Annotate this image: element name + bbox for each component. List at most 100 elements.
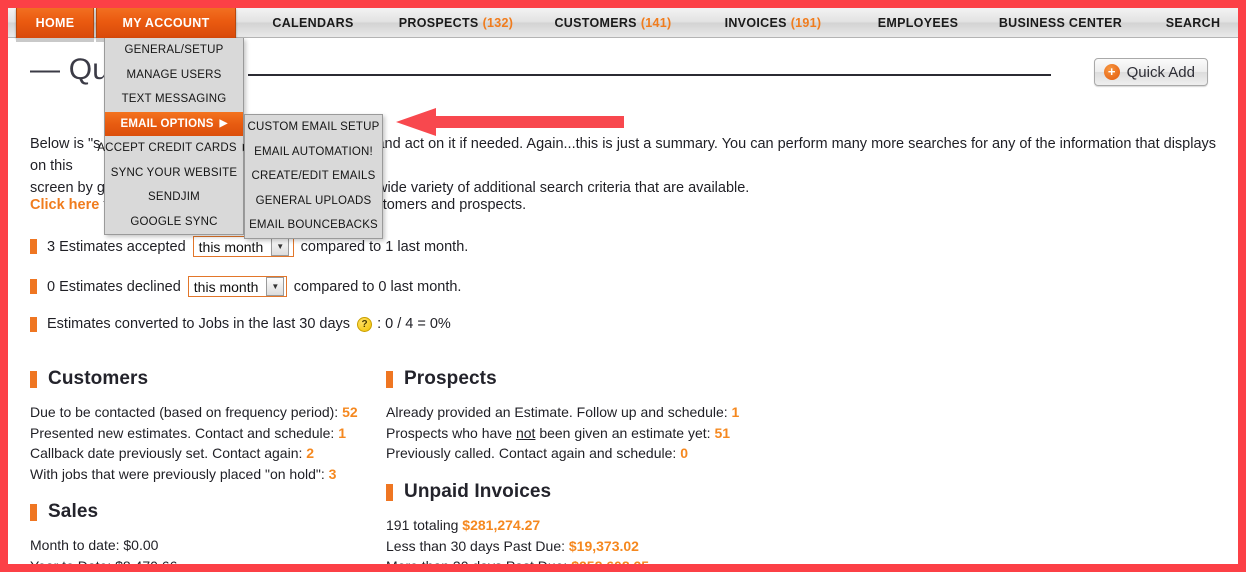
prospects-line-value: 1 <box>731 404 740 420</box>
customers-line: Due to be contacted (based on frequency … <box>30 402 358 423</box>
prospects-emphasis: not <box>515 424 536 441</box>
sales-line: Month to date: $0.00 <box>30 537 159 553</box>
email-options-submenu[interactable]: CUSTOM EMAIL SETUP EMAIL AUTOMATION! CREAT… <box>244 114 383 239</box>
nav-tab-count: (191) <box>790 16 822 30</box>
nav-tab-home[interactable]: HOME <box>16 8 94 38</box>
nav-tab-prospects[interactable]: PROSPECTS (132) <box>386 8 526 38</box>
prospects-line: Prospects who have not been given an est… <box>386 423 739 444</box>
estimates-accepted-compare: compared to 1 last month. <box>300 238 469 255</box>
nav-tab-label: INVOICES <box>724 16 787 30</box>
prospects-line-text: Prospects who have <box>386 424 516 441</box>
sales-section: Sales Month to date: $0.00 Year to Date:… <box>30 501 177 564</box>
unpaid-invoices-heading-label: Unpaid Invoices <box>404 481 552 502</box>
bullet-square-icon <box>30 316 37 332</box>
nav-tab-customers[interactable]: CUSTOMERS (141) <box>538 8 688 38</box>
nav-tab-employees[interactable]: EMPLOYEES <box>858 8 978 38</box>
menu-item-label: GENERAL UPLOADS <box>255 194 372 207</box>
menu-item-manage-users[interactable]: MANAGE USERS <box>105 63 243 88</box>
select-value: this month <box>198 238 264 255</box>
nav-tab-label: BUSINESS CENTER <box>998 16 1123 30</box>
menu-item-label: MANAGE USERS <box>126 68 222 81</box>
menu-item-create-edit-emails[interactable]: CREATE/EDIT EMAILS <box>245 164 382 189</box>
menu-item-google-sync[interactable]: GOOGLE SYNC <box>105 210 243 235</box>
bullet-square-icon <box>30 279 37 294</box>
menu-item-text-messaging[interactable]: TEXT MESSAGING <box>105 87 243 112</box>
menu-item-label: CREATE/EDIT EMAILS <box>251 170 376 183</box>
estimates-accepted-label: 3 Estimates accepted <box>47 238 186 255</box>
menu-item-label: EMAIL OPTIONS <box>120 117 214 130</box>
bullet-square-icon <box>30 503 37 521</box>
prospects-line: Already provided an Estimate. Follow up … <box>386 402 739 423</box>
customers-line-value: 3 <box>328 465 337 482</box>
nav-tab-business-center[interactable]: BUSINESS CENTER <box>983 8 1138 38</box>
nav-tab-calendars[interactable]: CALENDARS <box>248 8 378 38</box>
menu-item-email-automation-[interactable]: EMAIL AUTOMATION! <box>245 140 382 165</box>
estimates-declined-compare: compared to 0 last month. <box>293 278 462 295</box>
bullet-square-icon <box>386 483 393 501</box>
prospects-line: Previously called. Contact again and sch… <box>386 443 739 464</box>
nav-tab-shadow <box>16 38 94 42</box>
menu-item-sendjim[interactable]: SENDJIM <box>105 185 243 210</box>
sales-heading: Sales <box>30 501 177 523</box>
invoices-line-text: Less than 30 days Past Due: <box>386 537 569 554</box>
customers-line-text: Due to be contacted (based on frequency … <box>30 404 343 420</box>
click-post: ustomers and prospects. <box>367 197 527 213</box>
annotation-frame-bottom <box>0 564 1246 572</box>
menu-item-general-uploads[interactable]: GENERAL UPLOADS <box>245 189 382 214</box>
prospects-line-value: 51 <box>714 424 731 441</box>
invoices-line-text: 191 totaling <box>386 517 463 533</box>
menu-item-email-options[interactable]: EMAIL OPTIONS ▶ <box>105 111 243 136</box>
menu-item-sync-your-website[interactable]: SYNC YOUR WEBSITE <box>105 161 243 186</box>
estimates-converted-label: Estimates converted to Jobs in the last … <box>47 316 351 332</box>
nav-tab-label: HOME <box>35 16 75 30</box>
invoices-line-value: $281,274.27 <box>462 517 541 533</box>
nav-tab-label: EMPLOYEES <box>877 16 959 30</box>
customers-line-text: Presented new estimates. Contact and sch… <box>30 424 339 441</box>
invoices-line: More than 30 days Past Due: $258,608.25 <box>386 556 649 564</box>
invoices-line: 191 totaling $281,274.27 <box>386 515 649 536</box>
click-here-link[interactable]: Click here <box>30 197 99 213</box>
menu-item-label: EMAIL AUTOMATION! <box>254 145 373 158</box>
prospects-line-text: been given an estimate yet: <box>535 424 715 441</box>
nav-tab-invoices[interactable]: INVOICES (191) <box>708 8 838 38</box>
menu-item-label: GOOGLE SYNC <box>130 215 218 228</box>
nav-tab-search[interactable]: SEARCH <box>1153 8 1233 38</box>
annotation-frame-top <box>0 0 1246 8</box>
estimates-accepted-row: 3 Estimates accepted this month ▼ compar… <box>30 236 468 257</box>
estimates-converted-value: : 0 / 4 = 0% <box>377 316 451 332</box>
quick-add-label: Quick Add <box>1126 63 1195 81</box>
chevron-down-icon[interactable]: ▼ <box>271 237 290 256</box>
customers-line-text: Callback date previously set. Contact ag… <box>30 445 307 461</box>
menu-item-label: TEXT MESSAGING <box>121 93 227 106</box>
estimates-declined-period-select[interactable]: this month ▼ <box>187 276 287 297</box>
menu-item-custom-email-setup[interactable]: CUSTOM EMAIL SETUP <box>245 115 382 140</box>
customers-section: Customers Due to be contacted (based on … <box>30 368 358 484</box>
estimates-accepted-period-select[interactable]: this month ▼ <box>192 236 294 257</box>
estimates-declined-label: 0 Estimates declined <box>47 278 181 295</box>
prospects-heading-label: Prospects <box>404 368 497 389</box>
prospects-line-text: Previously called. Contact again and sch… <box>386 445 681 461</box>
menu-item-label: EMAIL BOUNCEBACKS <box>249 219 378 232</box>
unpaid-invoices-heading: Unpaid Invoices <box>386 481 649 503</box>
bullet-square-icon <box>30 239 37 254</box>
nav-tab-count: (132) <box>482 16 514 30</box>
nav-tab-label: CALENDARS <box>272 16 354 30</box>
menu-item-email-bouncebacks[interactable]: EMAIL BOUNCEBACKS <box>245 213 382 238</box>
chevron-down-icon[interactable]: ▼ <box>266 277 285 296</box>
select-value: this month <box>193 278 259 295</box>
quick-add-button[interactable]: + Quick Add <box>1093 58 1208 86</box>
plus-icon: + <box>1103 64 1120 80</box>
menu-item-general-setup[interactable]: GENERAL/SETUP <box>105 38 243 63</box>
prospects-section: Prospects Already provided an Estimate. … <box>386 368 739 464</box>
menu-item-label: ACCEPT CREDIT CARDS <box>97 142 237 155</box>
customers-line: Presented new estimates. Contact and sch… <box>30 423 358 444</box>
invoices-line-value: $19,373.02 <box>568 537 639 554</box>
annotation-arrow-icon <box>396 108 624 136</box>
menu-item-accept-credit-cards[interactable]: ACCEPT CREDIT CARDS▶ <box>97 136 250 161</box>
customers-line: Callback date previously set. Contact ag… <box>30 443 358 464</box>
unpaid-invoices-section: Unpaid Invoices 191 totaling $281,274.27… <box>386 481 649 564</box>
my-account-dropdown-menu[interactable]: GENERAL/SETUP MANAGE USERS TEXT MESSAGING E… <box>97 38 250 235</box>
help-icon[interactable]: ? <box>357 316 373 332</box>
nav-tab-label: CUSTOMERS <box>554 16 637 30</box>
nav-tab-my-account[interactable]: MY ACCOUNT <box>96 8 236 38</box>
